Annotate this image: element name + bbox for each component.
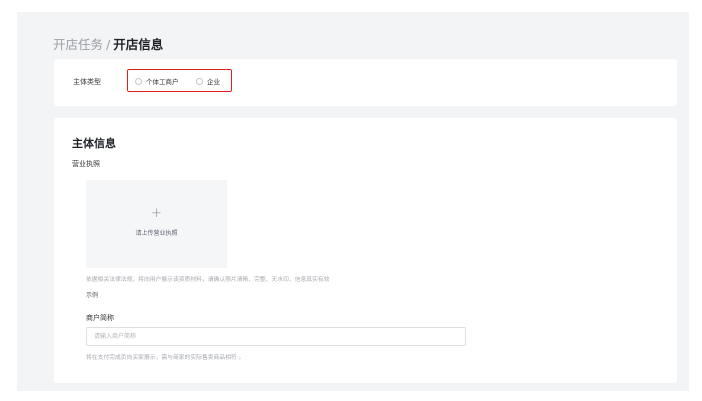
license-hint: 依据相关法律法规，将向用户展示该资质材料，请确认照片清晰、完整、无水印、信息真实… <box>86 277 330 283</box>
example-link[interactable]: 示例 <box>86 290 98 299</box>
radio-circle-icon[interactable] <box>135 77 142 85</box>
radio-circle-icon[interactable] <box>196 77 203 85</box>
radio-option-label: 个体工商户 <box>146 78 179 86</box>
plus-icon: + <box>151 206 162 221</box>
radio-option-enterprise[interactable]: 企业 <box>196 76 220 86</box>
merchant-name-hint: 将在支付完成页向买家展示，需与商家的实际售卖商品相符 。 <box>86 355 245 361</box>
page-background: 开店任务 / 开店信息 主体类型 个体工商户 企业 主体信息 营业执照 + 请上传营… <box>17 12 689 391</box>
radio-option-individual[interactable]: 个体工商户 <box>135 76 179 86</box>
upload-prompt: 请上传营业执照 <box>135 230 178 237</box>
merchant-name-input[interactable] <box>86 327 466 346</box>
business-license-label: 营业执照 <box>72 160 100 168</box>
breadcrumb-parent[interactable]: 开店任务 <box>53 37 103 52</box>
merchant-name-label: 商户简称 <box>86 314 114 322</box>
breadcrumb-current: 开店信息 <box>113 37 164 52</box>
section-title: 主体信息 <box>72 137 116 150</box>
entity-info-card: 主体信息 营业执照 + 请上传营业执照 依据相关法律法规，将向用户展示该资质材料… <box>54 118 677 383</box>
breadcrumb: 开店任务 / 开店信息 <box>53 37 163 53</box>
entity-type-label: 主体类型 <box>73 78 101 86</box>
entity-type-radio-group: 个体工商户 企业 <box>127 69 232 92</box>
breadcrumb-separator: / <box>106 37 111 52</box>
entity-type-card: 主体类型 个体工商户 企业 <box>54 59 677 106</box>
business-license-upload[interactable]: + 请上传营业执照 <box>86 180 227 268</box>
radio-option-label: 企业 <box>207 78 220 86</box>
